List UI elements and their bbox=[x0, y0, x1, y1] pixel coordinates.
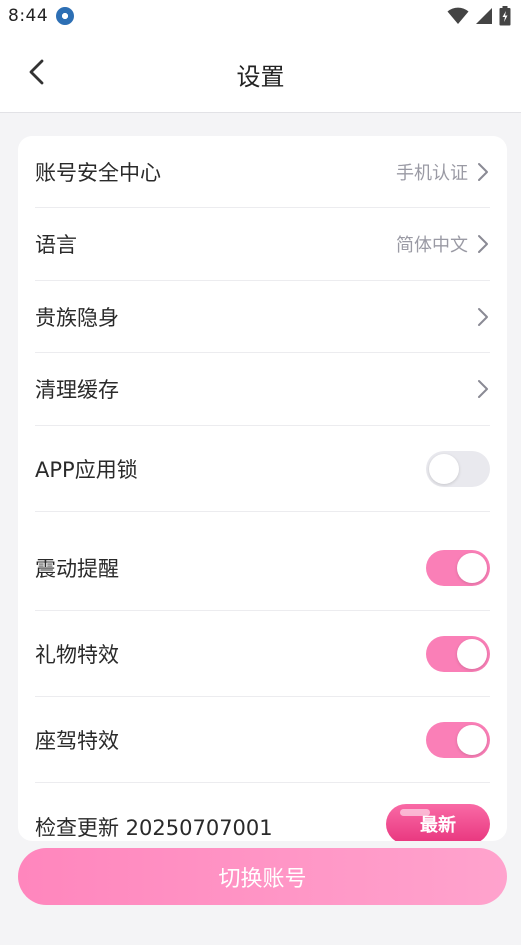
settings-item-label: 语言 bbox=[35, 233, 77, 257]
settings-item-app-lock: APP应用锁 bbox=[35, 426, 490, 512]
settings-item-label: 座驾特效 bbox=[35, 728, 119, 753]
latest-version-badge: 最新 bbox=[386, 804, 490, 841]
cell-signal-icon bbox=[476, 8, 492, 24]
settings-item-check-update[interactable]: 检查更新 20250707001 最新 bbox=[35, 783, 490, 841]
settings-item-mount-effects: 座驾特效 bbox=[35, 697, 490, 783]
settings-item-gift-effects: 礼物特效 bbox=[35, 611, 490, 697]
settings-card: 账号安全中心 手机认证 语言 简体中文 贵族隐身 清理缓存 APP应用锁 震动提… bbox=[18, 136, 507, 841]
settings-item-noble-stealth[interactable]: 贵族隐身 bbox=[35, 281, 490, 353]
chevron-right-icon bbox=[478, 235, 488, 253]
battery-charging-icon bbox=[499, 6, 511, 26]
settings-item-vibration: 震动提醒 bbox=[35, 512, 490, 611]
app-header: 设置 bbox=[0, 32, 521, 113]
status-icons bbox=[447, 6, 511, 26]
settings-item-label: APP应用锁 bbox=[35, 457, 138, 482]
app-lock-toggle[interactable] bbox=[426, 450, 490, 487]
settings-item-language[interactable]: 语言 简体中文 bbox=[35, 208, 490, 281]
status-time: 8:44 bbox=[8, 6, 49, 26]
chevron-right-icon bbox=[478, 307, 488, 326]
settings-item-value: 手机认证 bbox=[396, 162, 468, 184]
vibration-toggle[interactable] bbox=[426, 550, 490, 586]
settings-item-label: 账号安全中心 bbox=[35, 160, 161, 185]
chevron-right-icon bbox=[478, 380, 488, 398]
settings-item-account-security[interactable]: 账号安全中心 手机认证 bbox=[35, 136, 490, 208]
settings-item-label: 礼物特效 bbox=[35, 642, 119, 667]
chevron-right-icon bbox=[478, 162, 488, 181]
settings-item-value: 简体中文 bbox=[396, 235, 468, 256]
page-title: 设置 bbox=[236, 63, 285, 91]
app-notification-icon bbox=[56, 7, 75, 25]
gift-effects-toggle[interactable] bbox=[426, 635, 490, 672]
wifi-icon bbox=[447, 7, 469, 24]
settings-item-label: 震动提醒 bbox=[35, 557, 119, 581]
settings-item-clear-cache[interactable]: 清理缓存 bbox=[35, 353, 490, 426]
switch-account-button[interactable]: 切换账号 bbox=[18, 848, 507, 905]
status-bar: 8:44 bbox=[0, 0, 521, 32]
settings-item-label: 贵族隐身 bbox=[35, 305, 119, 330]
mount-effects-toggle[interactable] bbox=[426, 721, 490, 758]
settings-item-label: 检查更新 20250707001 bbox=[35, 816, 273, 840]
settings-item-label: 清理缓存 bbox=[35, 378, 119, 402]
